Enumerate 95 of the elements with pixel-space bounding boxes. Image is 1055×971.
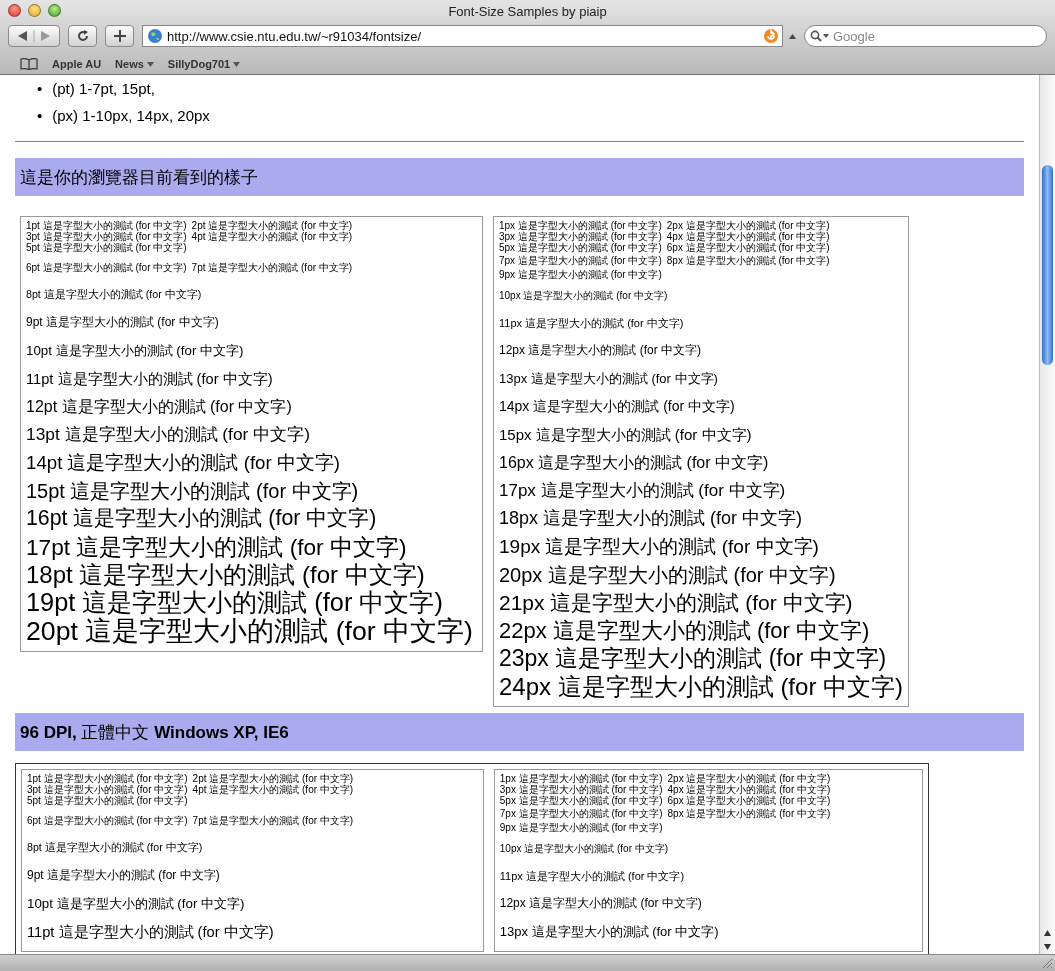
font-sample: 7pt 這是字型大小的測試 (for 中文字) xyxy=(192,814,354,826)
font-sample: 7pt 這是字型大小的測試 (for 中文字) xyxy=(191,261,353,273)
search-field[interactable]: Google xyxy=(804,25,1047,47)
font-sample: 4pt 這是字型大小的測試 (for 中文字) xyxy=(191,231,353,242)
list-item: (px) 1-10px, 14px, 20px xyxy=(52,106,210,125)
font-sample: 13pt 這是字型大小的測試 (for 中文字) xyxy=(26,425,310,445)
font-sample: 17pt 這是字型大小的測試 (for 中文字) xyxy=(26,534,407,560)
bookmark-item[interactable]: SillyDog701 xyxy=(167,58,241,70)
font-sample: 2pt 這是字型大小的測試 (for 中文字) xyxy=(192,773,354,784)
book-icon[interactable] xyxy=(20,58,38,70)
font-sample: 18pt 這是字型大小的測試 (for 中文字) xyxy=(26,561,425,589)
font-sample: 23px 這是字型大小的測試 (for 中文字) xyxy=(499,646,887,672)
font-sample: 19px 這是字型大小的測試 (for 中文字) xyxy=(499,536,819,558)
plus-icon xyxy=(113,30,126,42)
reload-icon xyxy=(75,29,90,43)
font-sample: 3pt 這是字型大小的測試 (for 中文字) xyxy=(26,231,187,242)
section-heading: 96 DPI, 正體中文 Windows XP, IE6 xyxy=(20,721,289,744)
bookmark-item[interactable]: Apple AU xyxy=(52,58,102,70)
font-sample: 8pt 這是字型大小的測試 (for 中文字) xyxy=(27,842,203,854)
list-item: (pt) 1-7pt, 15pt, xyxy=(52,79,155,98)
font-sample: 1pt 這是字型大小的測試 (for 中文字) xyxy=(27,773,188,784)
section-heading: 這是你的瀏覽器目前看到的樣子 xyxy=(20,166,258,189)
close-button[interactable] xyxy=(8,4,21,17)
font-sample: 10px 這是字型大小的測試 (for 中文字) xyxy=(499,842,669,854)
font-sample: 6pt 這是字型大小的測試 (for 中文字) xyxy=(27,814,188,826)
font-sample: 9pt 這是字型大小的測試 (for 中文字) xyxy=(27,869,220,883)
font-sample: 8px 這是字型大小的測試 (for 中文字) xyxy=(667,807,831,819)
font-sample: 11pt 這是字型大小的測試 (for 中文字) xyxy=(27,923,274,941)
font-sample: 2pt 這是字型大小的測試 (for 中文字) xyxy=(191,220,353,231)
font-sample: 2px 這是字型大小的測試 (for 中文字) xyxy=(666,220,830,231)
font-sample: 20pt 這是字型大小的測試 (for 中文字) xyxy=(26,617,473,647)
back-forward-button[interactable] xyxy=(8,25,60,47)
font-sample: 5pt 這是字型大小的測試 (for 中文字) xyxy=(27,795,188,806)
add-bookmark-button[interactable] xyxy=(105,25,134,47)
font-sample: 3px 這是字型大小的測試 (for 中文字) xyxy=(499,231,662,242)
font-sample: 1pt 這是字型大小的測試 (for 中文字) xyxy=(26,220,187,231)
font-sample: 6px 這是字型大小的測試 (for 中文字) xyxy=(666,242,830,253)
font-sample: 24px 這是字型大小的測試 (for 中文字) xyxy=(499,673,904,701)
scroll-thumb[interactable] xyxy=(1042,165,1053,365)
font-sample: 14px 這是字型大小的測試 (for 中文字) xyxy=(499,399,735,415)
font-sample: 5px 這是字型大小的測試 (for 中文字) xyxy=(499,795,663,806)
font-sample: 7px 這是字型大小的測試 (for 中文字) xyxy=(499,254,662,266)
bullet: • xyxy=(37,106,43,125)
resize-grip-icon[interactable] xyxy=(1041,957,1053,969)
font-sample: 15px 這是字型大小的測試 (for 中文字) xyxy=(499,426,752,444)
font-sample: 9px 這是字型大小的測試 (for 中文字) xyxy=(499,821,663,833)
font-sample: 12pt 這是字型大小的測試 (for 中文字) xyxy=(26,398,292,416)
font-sample: 16pt 這是字型大小的測試 (for 中文字) xyxy=(26,507,377,531)
font-sample: 6px 這是字型大小的測試 (for 中文字) xyxy=(667,795,831,806)
globe-icon xyxy=(147,28,163,44)
font-sample: 1px 這是字型大小的測試 (for 中文字) xyxy=(499,220,662,231)
font-sample: 9pt 這是字型大小的測試 (for 中文字) xyxy=(26,316,219,330)
font-sample: 18px 這是字型大小的測試 (for 中文字) xyxy=(499,509,803,529)
font-sample: 4px 這是字型大小的測試 (for 中文字) xyxy=(667,784,831,795)
scrollbar[interactable] xyxy=(1039,75,1055,954)
font-sample: 16px 這是字型大小的測試 (for 中文字) xyxy=(499,454,769,472)
font-sample: 15pt 這是字型大小的測試 (for 中文字) xyxy=(26,480,359,502)
bookmark-item[interactable]: News xyxy=(115,58,154,70)
font-sample: 12px 這是字型大小的測試 (for 中文字) xyxy=(499,344,702,358)
search-icon[interactable] xyxy=(810,30,830,42)
font-sample: 19pt 這是字型大小的測試 (for 中文字) xyxy=(26,589,443,617)
font-sample: 4px 這是字型大小的測試 (for 中文字) xyxy=(666,231,830,242)
address-field[interactable]: http://www.csie.ntu.edu.tw/~r91034/fontsize/ xyxy=(142,25,783,47)
font-sample: 20px 這是字型大小的測試 (for 中文字) xyxy=(499,564,836,586)
font-sample: 17px 這是字型大小的測試 (for 中文字) xyxy=(499,481,786,501)
minimize-button[interactable] xyxy=(28,4,41,17)
font-sample: 21px 這是字型大小的測試 (for 中文字) xyxy=(499,591,853,615)
font-sample: 10px 這是字型大小的測試 (for 中文字) xyxy=(499,289,668,301)
font-sample: 10pt 這是字型大小的測試 (for 中文字) xyxy=(27,896,245,912)
font-sample: 5px 這是字型大小的測試 (for 中文字) xyxy=(499,242,662,253)
zoom-button[interactable] xyxy=(48,4,61,17)
font-sample: 22px 這是字型大小的測試 (for 中文字) xyxy=(499,618,870,644)
font-sample: 11px 這是字型大小的測試 (for 中文字) xyxy=(499,869,685,883)
font-sample: 14pt 這是字型大小的測試 (for 中文字) xyxy=(26,452,341,474)
font-sample: 3px 這是字型大小的測試 (for 中文字) xyxy=(499,784,663,795)
caret-icon[interactable] xyxy=(789,33,796,39)
window-title: Font-Size Samples by piaip xyxy=(448,3,607,19)
font-sample: 8pt 這是字型大小的測試 (for 中文字) xyxy=(26,289,202,301)
font-sample: 3pt 這是字型大小的測試 (for 中文字) xyxy=(27,784,188,795)
font-sample: 9px 這是字型大小的測試 (for 中文字) xyxy=(499,268,662,280)
font-sample: 2px 這是字型大小的測試 (for 中文字) xyxy=(667,773,831,784)
font-sample: 12px 這是字型大小的測試 (for 中文字) xyxy=(499,897,702,911)
font-sample: 6pt 這是字型大小的測試 (for 中文字) xyxy=(26,261,187,273)
font-sample: 13px 這是字型大小的測試 (for 中文字) xyxy=(499,371,718,387)
font-sample: 4pt 這是字型大小的測試 (for 中文字) xyxy=(192,784,354,795)
font-sample: 13px 這是字型大小的測試 (for 中文字) xyxy=(499,924,719,940)
font-sample: 1px 這是字型大小的測試 (for 中文字) xyxy=(499,773,663,784)
font-sample: 5pt 這是字型大小的測試 (for 中文字) xyxy=(26,242,187,253)
reload-button[interactable] xyxy=(68,25,97,47)
font-sample: 11px 這是字型大小的測試 (for 中文字) xyxy=(499,316,684,330)
font-sample: 11pt 這是字型大小的測試 (for 中文字) xyxy=(26,370,273,388)
font-sample: 10pt 這是字型大小的測試 (for 中文字) xyxy=(26,343,244,359)
font-sample: 7px 這是字型大小的測試 (for 中文字) xyxy=(499,807,663,819)
font-sample: 8px 這是字型大小的測試 (for 中文字) xyxy=(666,254,830,266)
bullet: • xyxy=(37,79,43,98)
